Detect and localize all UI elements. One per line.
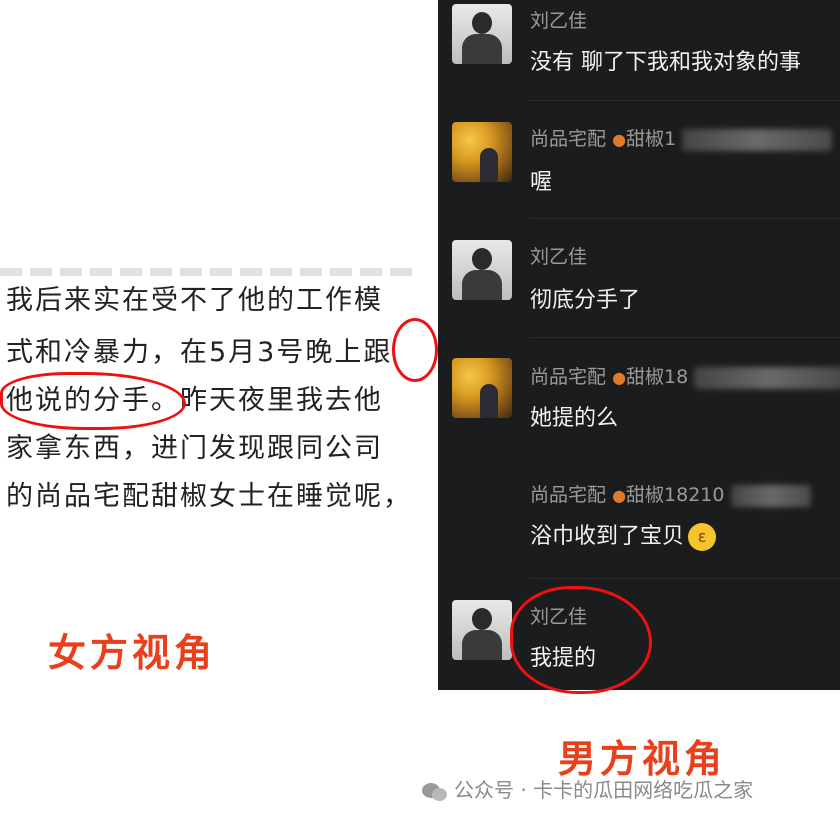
divider <box>530 218 840 219</box>
highlight-circle-ti-de <box>510 586 652 694</box>
message-text: 没有 聊了下我和我对象的事 <box>530 50 801 75</box>
text-line-1: 我后来实在受不了他的工作模 <box>6 285 383 316</box>
lollipop-icon: ● <box>612 486 627 505</box>
message-text: 浴巾收到了宝贝 ε <box>530 518 717 551</box>
avatar-woman[interactable] <box>452 358 512 418</box>
watermark: 公众号 · 卡卡的瓜田网络吃瓜之家 <box>422 774 753 803</box>
text-line-4: 家拿东西，进门发现跟同公司 <box>6 433 383 464</box>
avatar-man[interactable] <box>452 4 512 64</box>
cropped-text-strip <box>0 268 420 276</box>
blurred-id <box>682 128 833 151</box>
sender-name: 刘乙佳 <box>530 246 588 268</box>
avatar-woman[interactable] <box>452 122 512 182</box>
sender-name: 尚品宅配 ●甜椒18 <box>530 362 840 389</box>
blurred-id <box>730 484 811 507</box>
highlight-circle-gen <box>392 318 438 382</box>
sender-name: 尚品宅配 ●甜椒18210 <box>530 480 811 507</box>
blurred-id <box>694 366 840 389</box>
kiss-emoji-icon: ε <box>688 523 717 551</box>
text-line-5: 的尚品宅配甜椒女士在睡觉呢， <box>6 481 412 512</box>
divider <box>530 337 840 338</box>
message-text: 彻底分手了 <box>530 288 641 313</box>
sender-name: 尚品宅配 ●甜椒1 <box>530 124 833 151</box>
text-line-2: 式和冷暴力，在5月3号晚上跟 <box>6 337 393 368</box>
lollipop-icon: ● <box>612 368 627 387</box>
message-text: 她提的么 <box>530 406 619 431</box>
sender-name: 刘乙佳 <box>530 10 588 32</box>
avatar-man[interactable] <box>452 240 512 300</box>
message-text: 喔 <box>530 170 553 195</box>
divider <box>530 100 840 101</box>
chat-panel: 刘乙佳 没有 聊了下我和我对象的事 尚品宅配 ●甜椒1 喔 刘乙佳 彻底分手了 … <box>438 0 840 690</box>
divider <box>530 578 840 579</box>
lollipop-icon: ● <box>612 130 627 149</box>
wechat-icon <box>422 781 448 803</box>
caption-female-view: 女方视角 <box>48 630 217 675</box>
avatar-man[interactable] <box>452 600 512 660</box>
